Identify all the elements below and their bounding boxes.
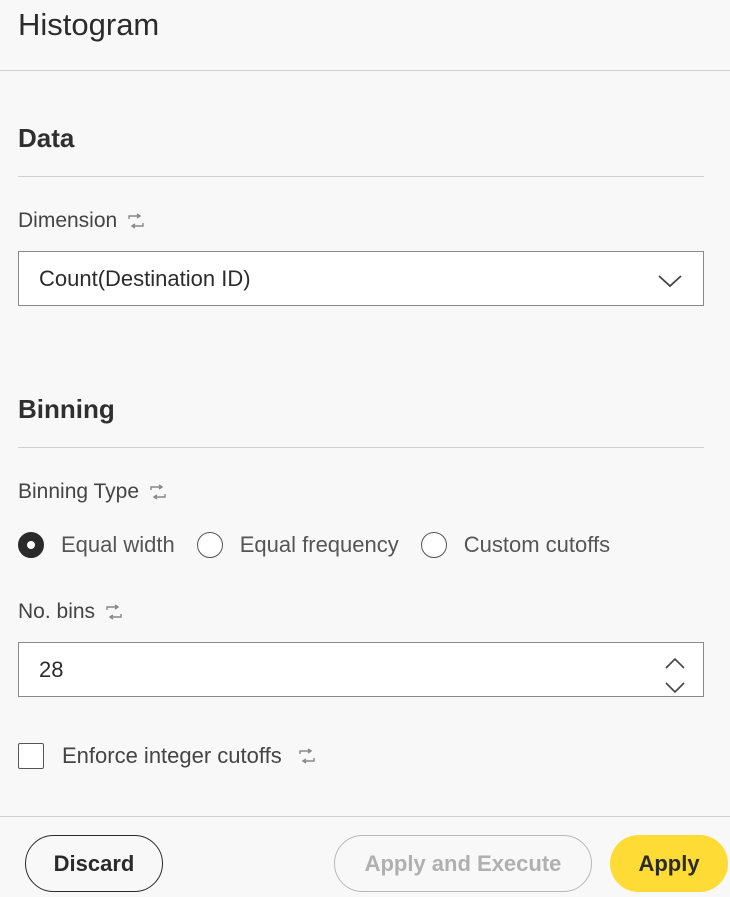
panel-title: Histogram — [18, 7, 160, 42]
data-section: Data Dimension Count(Destination ID) — [0, 71, 730, 306]
dimension-label: Dimension — [18, 209, 118, 232]
radio-circle[interactable] — [196, 532, 223, 558]
radio-equal-frequency[interactable]: Equal frequency — [196, 532, 399, 558]
chevron-down-icon — [657, 270, 683, 288]
radio-label-equal-frequency: Equal frequency — [239, 532, 399, 557]
radio-circle[interactable] — [420, 532, 447, 558]
enforce-integer-row: Enforce integer cutoffs — [18, 743, 704, 769]
binning-type-label: Binning Type — [18, 480, 140, 503]
link-icon[interactable] — [105, 603, 123, 621]
radio-dot — [27, 541, 35, 549]
histogram-panel: Histogram Data Dimension Count(Destinati… — [0, 0, 730, 897]
chevron-down-icon[interactable] — [663, 675, 687, 694]
dimension-select-value: Count(Destination ID) — [39, 265, 251, 291]
quantity-stepper — [643, 643, 703, 696]
radio-label-custom-cutoffs: Custom cutoffs — [463, 532, 611, 557]
link-icon[interactable] — [298, 747, 316, 765]
dimension-select[interactable]: Count(Destination ID) — [18, 251, 704, 306]
panel-footer: Discard Apply and Execute Apply — [0, 816, 730, 897]
bins-label-row: No. bins — [18, 600, 704, 624]
apply-and-execute-button[interactable]: Apply and Execute — [334, 835, 592, 892]
enforce-integer-checkbox[interactable] — [18, 743, 44, 769]
enforce-integer-label: Enforce integer cutoffs — [62, 743, 282, 768]
apply-button[interactable]: Apply — [610, 835, 728, 892]
bins-input-value: 28 — [39, 656, 64, 682]
binning-section-title: Binning — [18, 394, 704, 448]
radio-circle-selected[interactable] — [18, 532, 44, 558]
chevron-up-icon[interactable] — [663, 650, 687, 669]
bins-label: No. bins — [18, 600, 96, 623]
discard-button[interactable]: Discard — [25, 835, 163, 892]
bins-number-input[interactable]: 28 — [18, 642, 704, 697]
radio-equal-width[interactable]: Equal width — [18, 532, 175, 558]
binning-type-radio-group: Equal width Equal frequency Custom cutof… — [18, 530, 704, 560]
radio-custom-cutoffs[interactable]: Custom cutoffs — [420, 532, 611, 558]
dimension-label-row: Dimension — [18, 209, 704, 233]
data-section-title: Data — [18, 123, 704, 177]
link-icon[interactable] — [127, 212, 145, 230]
binning-type-label-row: Binning Type — [18, 480, 704, 504]
link-icon[interactable] — [149, 483, 167, 501]
panel-header: Histogram — [0, 0, 730, 71]
binning-section: Binning Binning Type Equal width Equal f… — [0, 306, 730, 769]
radio-label-equal-width: Equal width — [61, 532, 175, 557]
